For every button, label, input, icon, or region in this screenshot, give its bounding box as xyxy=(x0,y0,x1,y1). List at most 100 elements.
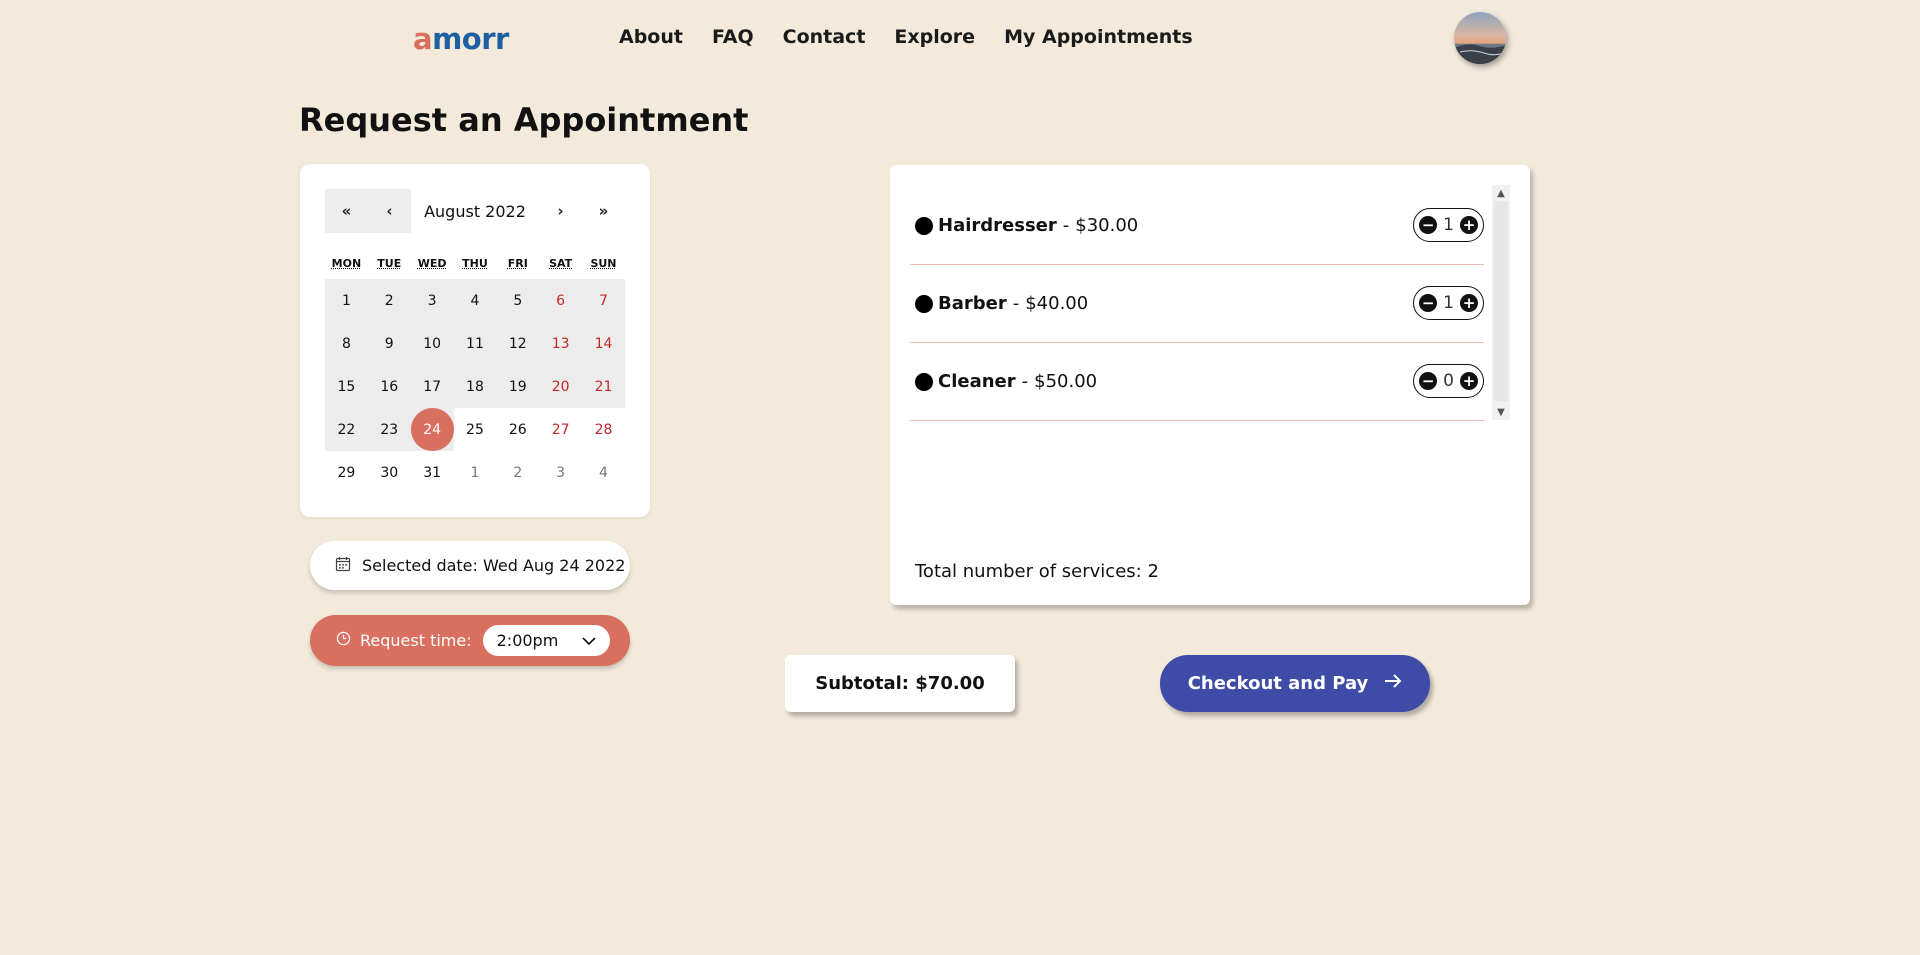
next-year-button[interactable]: » xyxy=(582,189,625,233)
calendar-day[interactable]: 3 xyxy=(410,279,454,322)
calendar-day[interactable]: 15 xyxy=(325,365,368,408)
prev-year-button[interactable]: « xyxy=(325,189,368,233)
service-list: Hairdresser - $30.00 − 1 + Barber - $40.… xyxy=(910,187,1484,421)
logo-text: morr xyxy=(432,22,509,56)
calendar-day[interactable]: 8 xyxy=(325,322,368,365)
request-time-pill: Request time: 2:00pm xyxy=(310,615,630,666)
weekday-header: MON TUE WED THU FRI SAT SUN xyxy=(325,257,625,270)
time-select[interactable]: 2:00pm xyxy=(482,625,610,656)
calendar-day[interactable]: 18 xyxy=(453,365,497,408)
service-separator: - xyxy=(1012,293,1020,314)
plus-icon[interactable]: + xyxy=(1460,372,1478,390)
calendar-day-selected[interactable]: 24 xyxy=(410,408,454,451)
service-list-scrollbar[interactable]: ▲ ▼ xyxy=(1492,185,1510,420)
weekday-label: SAT xyxy=(549,257,573,270)
service-price: $50.00 xyxy=(1034,371,1098,392)
arrow-right-icon xyxy=(1384,673,1402,694)
weekday-label: SUN xyxy=(590,257,617,270)
chevron-down-icon xyxy=(582,631,596,650)
calendar-day[interactable]: 5 xyxy=(496,279,540,322)
logo-accent-letter: a xyxy=(413,22,433,56)
checkout-button[interactable]: Checkout and Pay xyxy=(1160,655,1430,712)
nav-faq[interactable]: FAQ xyxy=(712,26,754,48)
calendar-day[interactable]: 31 xyxy=(411,451,454,494)
selected-day-number: 24 xyxy=(410,408,454,451)
nav-explore[interactable]: Explore xyxy=(894,26,975,48)
weekday-label: THU xyxy=(462,257,488,270)
calendar-day[interactable]: 27 xyxy=(539,408,582,451)
service-row-hairdresser: Hairdresser - $30.00 − 1 + xyxy=(910,187,1484,265)
weekday-label: WED xyxy=(417,257,447,270)
calendar-day[interactable]: 7 xyxy=(582,279,625,322)
main-nav: About FAQ Contact Explore My Appointment… xyxy=(619,26,1193,48)
minus-icon[interactable]: − xyxy=(1419,216,1438,234)
weekday-label: FRI xyxy=(507,257,528,270)
calendar-day[interactable]: 14 xyxy=(582,322,625,365)
quantity-stepper: − 1 + xyxy=(1413,286,1484,320)
calendar-day[interactable]: 1 xyxy=(454,451,497,494)
calendar-day[interactable]: 16 xyxy=(367,365,411,408)
calendar-day[interactable]: 19 xyxy=(496,365,540,408)
service-separator: - xyxy=(1062,215,1070,236)
scroll-down-icon[interactable]: ▼ xyxy=(1492,404,1510,420)
plus-icon[interactable]: + xyxy=(1460,294,1478,312)
service-row-barber: Barber - $40.00 − 1 + xyxy=(910,265,1484,343)
bullet-icon xyxy=(915,372,933,391)
calendar-day[interactable]: 13 xyxy=(539,322,583,365)
calendar-day[interactable]: 20 xyxy=(539,365,583,408)
service-row-cleaner: Cleaner - $50.00 − 0 + xyxy=(910,343,1484,421)
scroll-thumb[interactable] xyxy=(1494,201,1508,401)
checkout-label: Checkout and Pay xyxy=(1187,673,1369,694)
minus-icon[interactable]: − xyxy=(1419,294,1438,312)
scroll-up-icon[interactable]: ▲ xyxy=(1492,185,1510,201)
plus-icon[interactable]: + xyxy=(1460,216,1478,234)
clock-icon xyxy=(336,631,351,650)
minus-icon[interactable]: − xyxy=(1419,372,1438,390)
avatar[interactable] xyxy=(1454,12,1506,64)
quantity-stepper: − 0 + xyxy=(1413,364,1484,398)
calendar-day[interactable]: 29 xyxy=(325,451,368,494)
calendar-days: 1 2 3 4 5 6 7 8 9 10 11 12 13 14 15 16 17 18 19 20 21 22 23 24 2… xyxy=(325,279,625,494)
weekday-label: MON xyxy=(331,257,362,270)
logo[interactable]: a morr xyxy=(413,22,509,56)
next-month-button[interactable]: › xyxy=(539,189,582,233)
calendar-icon xyxy=(335,556,351,576)
calendar-day[interactable]: 30 xyxy=(368,451,411,494)
calendar-month-label[interactable]: August 2022 xyxy=(411,202,539,221)
service-price: $30.00 xyxy=(1075,215,1139,236)
calendar-day[interactable]: 4 xyxy=(453,279,497,322)
service-name: Hairdresser xyxy=(938,215,1057,236)
services-panel: Hairdresser - $30.00 − 1 + Barber - $40.… xyxy=(890,165,1530,605)
selected-date-pill: Selected date: Wed Aug 24 2022 xyxy=(310,541,630,590)
calendar-day[interactable]: 2 xyxy=(367,279,411,322)
time-select-value: 2:00pm xyxy=(496,631,559,650)
prev-month-button[interactable]: ‹ xyxy=(368,189,411,233)
page-title: Request an Appointment xyxy=(299,101,749,139)
total-services: Total number of services: 2 xyxy=(915,561,1159,582)
calendar-day[interactable]: 26 xyxy=(496,408,539,451)
calendar-day[interactable]: 9 xyxy=(367,322,411,365)
nav-contact[interactable]: Contact xyxy=(783,26,866,48)
weekday-label: TUE xyxy=(377,257,402,270)
calendar-day[interactable]: 28 xyxy=(582,408,625,451)
calendar-day[interactable]: 1 xyxy=(325,279,368,322)
calendar-day[interactable]: 21 xyxy=(582,365,625,408)
calendar-day[interactable]: 11 xyxy=(453,322,497,365)
calendar-day[interactable]: 23 xyxy=(367,408,411,451)
calendar-day[interactable]: 4 xyxy=(582,451,625,494)
calendar-day[interactable]: 22 xyxy=(325,408,368,451)
calendar-day[interactable]: 17 xyxy=(410,365,454,408)
avatar-image xyxy=(1454,12,1506,64)
quantity-value: 1 xyxy=(1443,293,1454,313)
calendar-day[interactable]: 12 xyxy=(496,322,540,365)
calendar-day[interactable]: 10 xyxy=(410,322,454,365)
calendar-day[interactable]: 2 xyxy=(496,451,539,494)
calendar-day[interactable]: 3 xyxy=(539,451,582,494)
calendar: « ‹ August 2022 › » MON TUE WED THU FRI … xyxy=(300,164,650,517)
calendar-day[interactable]: 25 xyxy=(454,408,497,451)
nav-about[interactable]: About xyxy=(619,26,683,48)
calendar-day[interactable]: 6 xyxy=(539,279,583,322)
service-name: Cleaner xyxy=(938,371,1016,392)
bullet-icon xyxy=(915,294,933,313)
nav-my-appointments[interactable]: My Appointments xyxy=(1004,26,1193,48)
